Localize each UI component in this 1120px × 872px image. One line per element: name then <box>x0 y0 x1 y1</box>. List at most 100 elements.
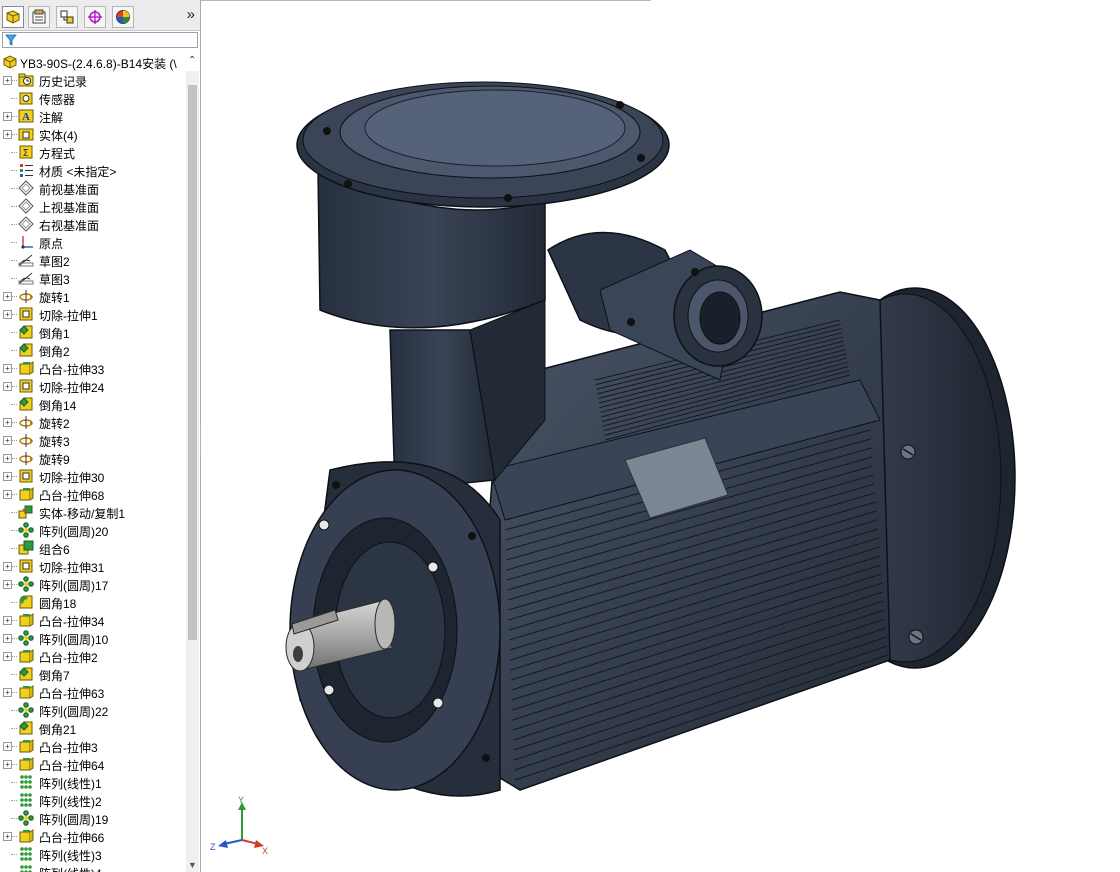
dimxpert-manager-tab[interactable] <box>84 6 106 28</box>
tree-item[interactable]: 实体-移动/复制1 <box>0 503 186 521</box>
display-manager-tab[interactable] <box>112 6 134 28</box>
tree-item-label: 前视基准面 <box>39 183 100 197</box>
tree-item[interactable]: 倒角14 <box>0 395 186 413</box>
feature-manager-tab[interactable] <box>2 6 24 28</box>
boss-extrude-icon <box>18 612 34 628</box>
configuration-manager-tab[interactable] <box>56 6 78 28</box>
tree-connector <box>11 116 17 117</box>
tree-item[interactable]: + A 注解 <box>0 107 186 125</box>
tree-item-label: 凸台-拉伸66 <box>39 831 105 845</box>
tree-item-label: 切除-拉伸24 <box>39 381 105 395</box>
tree-item[interactable]: 阵列(圆周)20 <box>0 521 186 539</box>
tree-connector <box>11 134 17 135</box>
tree-item[interactable]: 右视基准面 <box>0 215 186 233</box>
tree-item[interactable]: 阵列(线性)1 <box>0 773 186 791</box>
tree-connector <box>11 656 17 657</box>
tree-item[interactable]: + 阵列(圆周)10 <box>0 629 186 647</box>
tree-item-label: 倒角2 <box>39 345 70 359</box>
tree-item-label: 历史记录 <box>39 75 88 89</box>
tree-item[interactable]: 圆角18 <box>0 593 186 611</box>
tree-connector <box>11 188 17 189</box>
tree-item[interactable]: 倒角1 <box>0 323 186 341</box>
tree-connector <box>11 98 17 99</box>
tree-item[interactable]: 倒角21 <box>0 719 186 737</box>
tree-scrollbar-thumb[interactable] <box>188 85 197 640</box>
tree-root-part[interactable]: YB3-90S-(2.4.6.8)-B14安装 (\ <box>0 53 186 71</box>
tree-item[interactable]: + 旋转2 <box>0 413 186 431</box>
tree-item[interactable]: 阵列(线性)4 <box>0 863 186 872</box>
tree-connector <box>11 566 17 567</box>
tree-item-label: 倒角21 <box>39 723 77 737</box>
tree-item[interactable]: + 凸台-拉伸2 <box>0 647 186 665</box>
tree-scrollbar[interactable]: ▼ <box>186 71 199 872</box>
scroll-down-arrow-icon[interactable]: ▼ <box>188 860 197 870</box>
tree-item[interactable]: + 凸台-拉伸68 <box>0 485 186 503</box>
tree-item[interactable]: 原点 <box>0 233 186 251</box>
tree-item[interactable]: 倒角2 <box>0 341 186 359</box>
tree-item-label: 旋转9 <box>39 453 70 467</box>
tree-item-label: 凸台-拉伸2 <box>39 651 98 665</box>
tree-connector <box>11 170 17 171</box>
tree-item[interactable]: 阵列(圆周)22 <box>0 701 186 719</box>
expand-panel-button[interactable]: » <box>187 6 195 24</box>
tree-item[interactable]: 材质 <未指定> <box>0 161 186 179</box>
tree-item[interactable]: + 历史记录 <box>0 71 186 89</box>
move-copy-icon <box>18 504 34 520</box>
tree-item[interactable]: 倒角7 <box>0 665 186 683</box>
tree-item-label: 组合6 <box>39 543 70 557</box>
tree-item[interactable]: + 凸台-拉伸3 <box>0 737 186 755</box>
tree-item[interactable]: + 凸台-拉伸66 <box>0 827 186 845</box>
tree-item[interactable]: + 切除-拉伸24 <box>0 377 186 395</box>
combine-icon <box>18 540 34 556</box>
chamfer-icon <box>18 720 34 736</box>
tree-connector <box>11 278 17 279</box>
tree-item[interactable]: 前视基准面 <box>0 179 186 197</box>
tree-item[interactable]: + 凸台-拉伸33 <box>0 359 186 377</box>
tree-item[interactable]: 阵列(线性)2 <box>0 791 186 809</box>
filter-input[interactable] <box>2 32 198 48</box>
root-part-label: YB3-90S-(2.4.6.8)-B14安装 (\ <box>20 57 177 71</box>
tree-item[interactable]: 阵列(线性)3 <box>0 845 186 863</box>
graphics-area[interactable]: Y X Z <box>201 0 1120 872</box>
linear-pattern-icon <box>18 774 34 790</box>
root-collapse-icon[interactable]: ⌃ <box>188 55 196 66</box>
tree-item[interactable]: 上视基准面 <box>0 197 186 215</box>
tree-item[interactable]: 草图2 <box>0 251 186 269</box>
revolve-icon <box>18 288 34 304</box>
tree-item[interactable]: + 阵列(圆周)17 <box>0 575 186 593</box>
boss-extrude-icon <box>18 828 34 844</box>
filter-funnel-icon[interactable] <box>5 34 17 46</box>
revolve-icon <box>18 432 34 448</box>
cut-extrude-icon <box>18 378 34 394</box>
tree-connector <box>11 512 17 513</box>
tree-item[interactable]: + 切除-拉伸1 <box>0 305 186 323</box>
tree-connector <box>11 422 17 423</box>
motor-3d-model[interactable] <box>201 0 1120 872</box>
tree-item[interactable]: 草图3 <box>0 269 186 287</box>
cut-extrude-icon <box>18 468 34 484</box>
tree-item-label: 阵列(圆周)20 <box>39 525 109 539</box>
tree-item[interactable]: + 切除-拉伸31 <box>0 557 186 575</box>
tree-item-label: 右视基准面 <box>39 219 100 233</box>
filter-bar <box>0 31 199 49</box>
tree-item[interactable]: + 旋转1 <box>0 287 186 305</box>
tree-item-label: 草图2 <box>39 255 70 269</box>
tree-item[interactable]: + 凸台-拉伸34 <box>0 611 186 629</box>
solid-bodies-icon <box>18 126 34 142</box>
tree-connector <box>11 764 17 765</box>
tree-item[interactable]: Σ 方程式 <box>0 143 186 161</box>
tree-item[interactable]: + 切除-拉伸30 <box>0 467 186 485</box>
fillet-icon <box>18 594 34 610</box>
tree-connector <box>11 530 17 531</box>
property-manager-tab[interactable] <box>28 6 50 28</box>
tree-item[interactable]: + 旋转3 <box>0 431 186 449</box>
tree-item[interactable]: + 旋转9 <box>0 449 186 467</box>
tree-item[interactable]: 阵列(圆周)19 <box>0 809 186 827</box>
tree-item[interactable]: + 凸台-拉伸64 <box>0 755 186 773</box>
tree-item[interactable]: + 凸台-拉伸63 <box>0 683 186 701</box>
tree-item[interactable]: 传感器 <box>0 89 186 107</box>
tree-item[interactable]: + 实体(4) <box>0 125 186 143</box>
tree-item[interactable]: 组合6 <box>0 539 186 557</box>
tree-item-label: 切除-拉伸30 <box>39 471 105 485</box>
tree-connector <box>11 440 17 441</box>
